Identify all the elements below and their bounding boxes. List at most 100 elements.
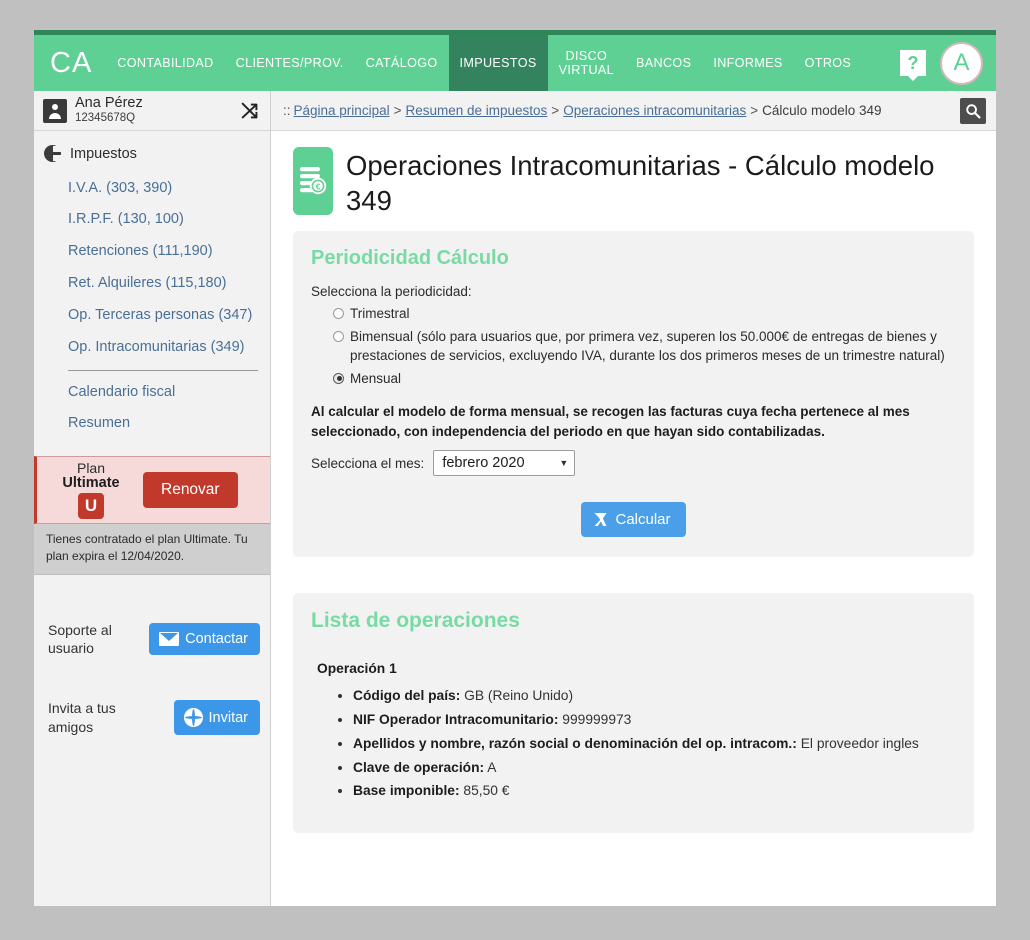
sidebar-item-irpf[interactable]: I.R.P.F. (130, 100)	[34, 204, 270, 236]
radio-row-mensual[interactable]: Mensual	[311, 369, 956, 389]
nav-item-bancos[interactable]: BANCOS	[625, 35, 702, 91]
sidebar-section-header: Impuestos	[34, 131, 270, 172]
calculate-icon	[594, 513, 607, 527]
user-icon	[43, 98, 67, 123]
nav-item-impuestos[interactable]: IMPUESTOS	[448, 35, 548, 91]
breadcrumb-item-pagina-principal[interactable]: Página principal	[294, 103, 390, 118]
invite-button[interactable]: Invitar	[173, 700, 260, 736]
list-item: Apellidos y nombre, razón social o denom…	[353, 732, 956, 756]
breadcrumb-item-resumen-impuestos[interactable]: Resumen de impuestos	[405, 103, 547, 118]
plan-box: Plan Ultimate U Renovar	[34, 455, 270, 524]
plan-badge-icon: U	[78, 492, 104, 519]
calculate-button-label: Calcular	[615, 511, 671, 529]
month-select-row: Selecciona el mes: febrero 2020 ▼	[311, 450, 956, 477]
radio-trimestral[interactable]	[333, 308, 344, 319]
month-select-value: febrero 2020	[442, 455, 525, 472]
sidebar: Ana Pérez 12345678Q Impuestos I.V.A. (30…	[34, 91, 271, 906]
breadcrumb-separator: >	[551, 103, 560, 118]
list-item: Clave de operación: A	[353, 756, 956, 780]
field-label-nif-operador: NIF Operador Intracomunitario:	[353, 712, 559, 728]
svg-text:€: €	[316, 183, 321, 192]
invite-button-label: Invitar	[208, 709, 249, 726]
operation-entry: Operación 1 Código del país: GB (Reino U…	[311, 661, 956, 803]
plan-text: Plan Ultimate U	[47, 461, 135, 519]
chevron-down-icon: ▼	[559, 458, 569, 469]
sidebar-item-iva[interactable]: I.V.A. (303, 390)	[34, 172, 270, 204]
nav-item-informes[interactable]: INFORMES	[702, 35, 793, 91]
calculate-button[interactable]: Calcular	[581, 502, 686, 538]
invite-label: Invita a tus amigos	[48, 700, 116, 735]
breadcrumb-item-operaciones-intracomunitarias[interactable]: Operaciones intracomunitarias	[563, 103, 746, 118]
radio-label-trimestral: Trimestral	[350, 306, 410, 321]
invite-row: Invita a tus amigos Invitar	[34, 657, 270, 736]
sidebar-divider	[68, 370, 258, 372]
user-bar[interactable]: Ana Pérez 12345678Q	[34, 91, 270, 131]
radio-bimensual[interactable]	[333, 330, 344, 342]
operation-title: Operación 1	[317, 661, 397, 677]
page-body: Ana Pérez 12345678Q Impuestos I.V.A. (30…	[34, 91, 996, 906]
plan-info-text: Tienes contratado el plan Ultimate. Tu p…	[34, 523, 270, 575]
plan-label: Plan	[76, 459, 106, 476]
radio-mensual[interactable]	[333, 372, 344, 384]
page-header: € Operaciones Intracomunitarias - Cálcul…	[271, 131, 996, 225]
sidebar-item-ret-alquileres[interactable]: Ret. Alquileres (115,180)	[34, 268, 270, 300]
envelope-icon	[159, 632, 180, 646]
month-select-label: Selecciona el mes:	[311, 455, 425, 471]
nav-item-otros[interactable]: OTROS	[794, 35, 863, 91]
calculate-row: Calcular	[311, 502, 956, 538]
periodicity-prompt: Selecciona la periodicidad:	[311, 283, 472, 299]
nav-item-disco-virtual[interactable]: DISCO VIRTUAL	[548, 35, 625, 91]
breadcrumb-item-current: Cálculo modelo 349	[762, 103, 882, 118]
breadcrumb: :: Página principal > Resumen de impuest…	[271, 91, 996, 131]
field-value-nif-operador: 999999973	[562, 712, 632, 728]
pie-chart-icon	[44, 145, 61, 162]
radio-row-bimensual[interactable]: Bimensual (sólo para usuarios que, por p…	[311, 327, 956, 366]
operations-panel: Lista de operaciones Operación 1 Código …	[293, 593, 974, 833]
radio-label-mensual: Mensual	[350, 370, 402, 386]
page-title: Operaciones Intracomunitarias - Cálculo …	[346, 150, 935, 216]
field-label-apellidos-nombre: Apellidos y nombre, razón social o denom…	[353, 735, 797, 751]
sidebar-item-resumen[interactable]: Resumen	[34, 408, 270, 440]
shuffle-accounts-icon[interactable]	[239, 100, 261, 122]
user-nif: 12345678Q	[75, 111, 136, 124]
breadcrumb-prefix: ::	[283, 103, 291, 118]
brand-logo[interactable]: CA	[34, 35, 106, 91]
breadcrumb-separator: >	[393, 103, 402, 118]
field-value-apellidos-nombre: El proveedor ingles	[800, 735, 919, 751]
list-item: NIF Operador Intracomunitario: 999999973	[353, 708, 956, 732]
contact-button[interactable]: Contactar	[149, 623, 260, 655]
sidebar-item-op-terceras-personas[interactable]: Op. Terceras personas (347)	[34, 299, 270, 331]
periodicity-heading: Periodicidad Cálculo	[311, 246, 509, 269]
renew-button[interactable]: Renovar	[143, 471, 238, 508]
support-label: Soporte al usuario	[48, 621, 112, 656]
help-icon[interactable]: ?	[900, 50, 926, 81]
top-navigation-bar: CA CONTABILIDAD CLIENTES/PROV. CATÁLOGO …	[34, 35, 996, 91]
operations-heading: Lista de operaciones	[311, 609, 520, 633]
field-value-codigo-pais: GB (Reino Unido)	[464, 688, 574, 704]
user-name: Ana Pérez	[75, 95, 143, 112]
operation-field-list: Código del país: GB (Reino Unido) NIF Op…	[311, 684, 956, 803]
sidebar-item-calendario-fiscal[interactable]: Calendario fiscal	[34, 376, 270, 408]
nav-item-contabilidad[interactable]: CONTABILIDAD	[106, 35, 224, 91]
nav-item-clientes-prov[interactable]: CLIENTES/PROV.	[225, 35, 355, 91]
radio-row-trimestral[interactable]: Trimestral	[311, 304, 956, 324]
contact-button-label: Contactar	[185, 631, 248, 647]
search-icon[interactable]	[960, 97, 986, 124]
globe-icon	[183, 708, 203, 728]
app-window: CA CONTABILIDAD CLIENTES/PROV. CATÁLOGO …	[34, 30, 996, 906]
avatar[interactable]: A	[940, 41, 983, 85]
field-value-base-imponible: 85,50 €	[463, 783, 510, 799]
field-label-codigo-pais: Código del país:	[353, 688, 461, 704]
sidebar-item-retenciones[interactable]: Retenciones (111,190)	[34, 236, 270, 268]
user-info: Ana Pérez 12345678Q	[75, 96, 143, 124]
field-label-clave-operacion: Clave de operación:	[353, 759, 485, 775]
mensual-note: Al calcular el modelo de forma mensual, …	[311, 404, 910, 439]
plan-name: Ultimate	[62, 474, 120, 491]
main-content: :: Página principal > Resumen de impuest…	[271, 91, 996, 906]
list-item: Código del país: GB (Reino Unido)	[353, 684, 956, 708]
sidebar-item-op-intracomunitarias[interactable]: Op. Intracomunitarias (349)	[34, 331, 270, 363]
month-select[interactable]: febrero 2020 ▼	[433, 450, 576, 477]
breadcrumb-separator: >	[750, 103, 759, 118]
nav-item-catalogo[interactable]: CATÁLOGO	[355, 35, 449, 91]
